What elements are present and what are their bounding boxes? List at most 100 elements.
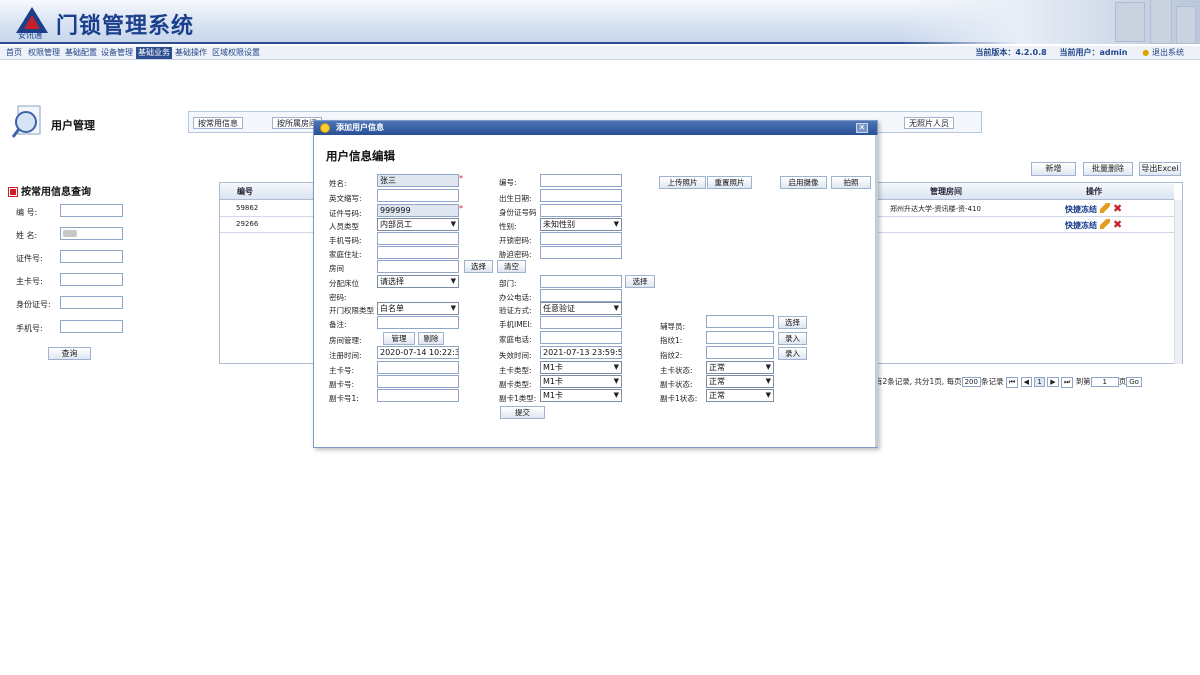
home-addr-field[interactable] xyxy=(377,246,459,259)
label-room: 房间 xyxy=(329,264,344,273)
dialog-scrollbar[interactable] xyxy=(875,135,878,447)
finger1-field[interactable] xyxy=(706,331,774,344)
batch-delete-button[interactable]: 批量删除 xyxy=(1083,162,1133,176)
go-button[interactable]: Go xyxy=(1126,377,1142,387)
person-type-select[interactable]: 内部员工 xyxy=(377,218,459,231)
cell-room: 郑州升达大学-资讯楼-资-410 xyxy=(890,205,981,213)
menu-item-basic-config[interactable]: 基础配置 xyxy=(63,47,99,59)
verify-select[interactable]: 任意验证 xyxy=(540,302,622,315)
upload-photo-button[interactable]: 上传照片 xyxy=(659,176,706,189)
label-person-type: 人员类型 xyxy=(329,222,359,231)
gender-select[interactable]: 未知性别 xyxy=(540,218,622,231)
sub-card-field[interactable] xyxy=(377,375,459,388)
tab-common-info[interactable]: 按常用信息 xyxy=(193,117,243,129)
sub-card1-status-select[interactable]: 正常 xyxy=(706,389,774,402)
select-room-button[interactable]: 选择 xyxy=(464,260,493,273)
tab-no-photo[interactable]: 无照片人员 xyxy=(904,117,954,129)
sub-card-status-select[interactable]: 正常 xyxy=(706,375,774,388)
goto-prefix: 到第 xyxy=(1075,377,1091,386)
menu-item-basic-business[interactable]: 基础业务 xyxy=(136,47,172,59)
main-card-field[interactable] xyxy=(377,361,459,374)
table-scrollbar[interactable] xyxy=(1174,200,1182,364)
delete-icon[interactable]: ✖ xyxy=(1113,219,1122,230)
open-perm-select[interactable]: 白名单 xyxy=(377,302,459,315)
enter-finger2-button[interactable]: 录入 xyxy=(778,347,807,360)
query-input-name[interactable] xyxy=(60,227,123,240)
last-page-icon[interactable]: ⏭ xyxy=(1060,377,1074,388)
number-field[interactable] xyxy=(540,174,622,187)
office-phone-field[interactable] xyxy=(540,289,622,302)
prev-page-icon[interactable]: ◀ xyxy=(1020,377,1032,387)
menu-item-permission[interactable]: 权限管理 xyxy=(26,47,62,59)
main-card-type-select[interactable]: M1卡 xyxy=(540,361,622,374)
menu-item-basic-ops[interactable]: 基础操作 xyxy=(173,47,209,59)
finger2-field[interactable] xyxy=(706,346,774,359)
sub-card-type-select[interactable]: M1卡 xyxy=(540,375,622,388)
select-counselor-button[interactable]: 选择 xyxy=(778,316,807,329)
logout-link[interactable]: 退出系统 xyxy=(1152,48,1184,57)
export-excel-button[interactable]: 导出Excel xyxy=(1139,162,1181,176)
query-input-id-card[interactable] xyxy=(60,296,123,309)
menu-item-device[interactable]: 设备管理 xyxy=(99,47,135,59)
logo-text: 安讯通 xyxy=(18,31,42,40)
quick-freeze-link[interactable]: 快捷冻结 xyxy=(1065,205,1097,214)
query-input-mobile[interactable] xyxy=(60,320,123,333)
query-input-main-card[interactable] xyxy=(60,273,123,286)
reg-time-field[interactable]: 2020-07-14 10:22:32 xyxy=(377,346,459,359)
add-button[interactable]: 新增 xyxy=(1031,162,1076,176)
unlock-pwd-field[interactable] xyxy=(540,232,622,245)
select-dept-button[interactable]: 选择 xyxy=(625,275,655,288)
label-password: 密码: xyxy=(329,293,347,302)
cert-no-field[interactable]: 999999 xyxy=(377,204,459,217)
label-sub-card-status: 副卡状态: xyxy=(660,380,693,389)
bed-select[interactable]: 请选择 xyxy=(377,275,459,288)
dialog-title-bar[interactable]: 添加用户信息 xyxy=(314,121,877,135)
duress-pwd-field[interactable] xyxy=(540,246,622,259)
expire-field[interactable]: 2021-07-13 23:59:59 xyxy=(540,346,622,359)
room-field[interactable] xyxy=(377,260,459,273)
next-page-icon[interactable]: ▶ xyxy=(1047,377,1059,387)
reset-photo-button[interactable]: 重置照片 xyxy=(707,176,752,189)
label-gender: 性别: xyxy=(499,222,517,231)
capture-button[interactable]: 拍照 xyxy=(831,176,871,189)
per-page-select[interactable]: 200 xyxy=(961,377,981,387)
manage-room-button[interactable]: 管理 xyxy=(383,332,415,345)
birth-field[interactable] xyxy=(540,189,622,202)
counselor-field[interactable] xyxy=(706,315,774,328)
sub-card1-field[interactable] xyxy=(377,389,459,402)
close-icon[interactable]: ✕ xyxy=(856,123,868,133)
enable-camera-button[interactable]: 启用摄像 xyxy=(780,176,827,189)
label-sub-card: 副卡号: xyxy=(329,380,355,389)
menu-item-area-permission[interactable]: 区域权限设置 xyxy=(210,47,262,59)
current-page[interactable]: 1 xyxy=(1034,377,1045,387)
en-name-field[interactable] xyxy=(377,189,459,202)
main-card-status-select[interactable]: 正常 xyxy=(706,361,774,374)
home-phone-field[interactable] xyxy=(540,331,622,344)
menu-bar: 首页 权限管理 基础配置 设备管理 基础业务 基础操作 区域权限设置 当前版本：… xyxy=(0,46,1200,60)
id-card-field[interactable] xyxy=(540,204,622,217)
query-input-number[interactable] xyxy=(60,204,123,217)
mobile-field[interactable] xyxy=(377,232,459,245)
quick-freeze-link[interactable]: 快捷冻结 xyxy=(1065,221,1097,230)
logout-icon: ● xyxy=(1142,48,1150,57)
edit-icon[interactable] xyxy=(1100,219,1110,229)
label-en-name: 英文缩写: xyxy=(329,194,362,203)
remove-room-button[interactable]: 剔除 xyxy=(418,332,444,345)
remark-field[interactable] xyxy=(377,316,459,329)
first-page-icon[interactable]: ⏮ xyxy=(1005,377,1019,388)
dept-field[interactable] xyxy=(540,275,622,288)
delete-icon[interactable]: ✖ xyxy=(1113,203,1122,214)
menu-item-home[interactable]: 首页 xyxy=(4,47,24,59)
imei-field[interactable] xyxy=(540,316,622,329)
clear-room-button[interactable]: 清空 xyxy=(497,260,526,273)
edit-icon[interactable] xyxy=(1100,203,1110,213)
search-button[interactable]: 查询 xyxy=(48,347,91,360)
label-duress-pwd: 胁迫密码: xyxy=(499,250,532,259)
enter-finger1-button[interactable]: 录入 xyxy=(778,332,807,345)
query-input-cert[interactable] xyxy=(60,250,123,263)
sub-card1-type-select[interactable]: M1卡 xyxy=(540,389,622,402)
name-field[interactable]: 张三 xyxy=(377,174,459,187)
label-sub-card1-type: 副卡1类型: xyxy=(499,394,537,403)
goto-page-input[interactable]: 1 xyxy=(1090,377,1119,387)
submit-button[interactable]: 提交 xyxy=(500,406,545,419)
